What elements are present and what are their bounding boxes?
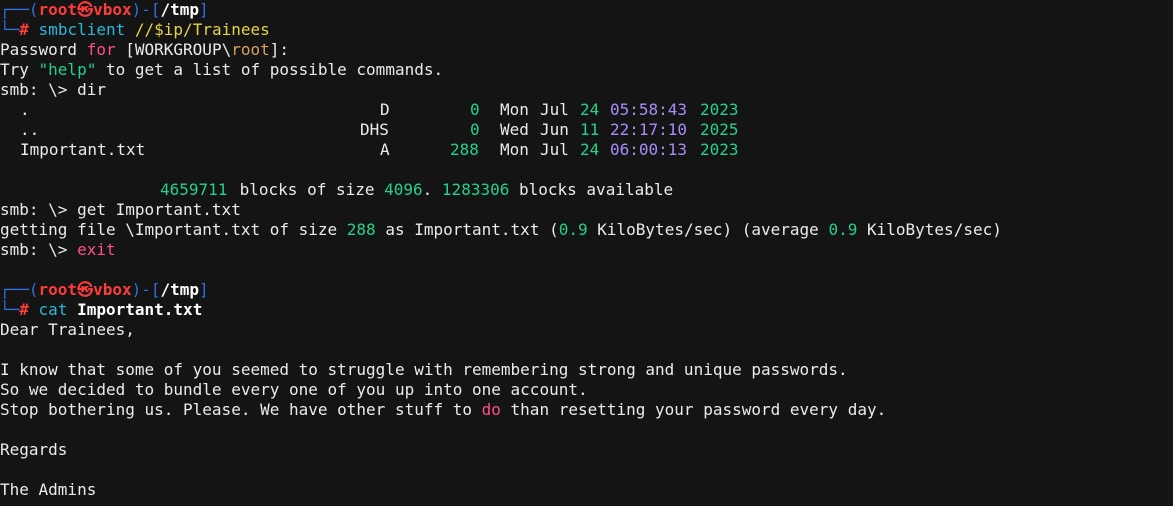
command-name: cat — [38, 300, 68, 319]
command-line-2: └─# cat Important.txt — [0, 300, 203, 319]
command-line-1: └─# smbclient //$ip/Trainees — [0, 20, 270, 39]
letter-greeting: Dear Trainees, — [0, 320, 135, 339]
prompt-header-1: ┌──(root㉿vbox)-[/tmp] — [0, 0, 209, 19]
listing-row: . D 0 Mon Jul 24 05:58:43 2023 — [20, 100, 739, 119]
letter-regards: Regards — [0, 440, 68, 459]
prompt-corner: ┌──( — [0, 0, 39, 19]
listing-row: .. DHS 0 Wed Jun 11 22:17:10 2025 — [20, 120, 739, 139]
prompt-user: root — [38, 0, 78, 19]
command-arg: Important.txt — [77, 300, 203, 319]
smb-command: exit — [77, 240, 116, 259]
password-line: Password for [WORKGROUP\root]: — [0, 40, 289, 59]
prompt-symbol: ㉿ — [77, 0, 94, 19]
smb-get-line: smb: \> get Important.txt — [0, 200, 241, 219]
letter-signature: The Admins — [0, 480, 97, 499]
letter-paragraph: I know that some of you seemed to strugg… — [0, 360, 848, 379]
help-line: Try "help" to get a list of possible com… — [0, 60, 444, 79]
smb-command: get Important.txt — [77, 200, 241, 219]
prompt-hash: # — [19, 20, 29, 39]
letter-paragraph: So we decided to bundle every one of you… — [0, 380, 588, 399]
blocks-line: 4659711 blocks of size 4096. 1283306 blo… — [160, 180, 674, 199]
command-name: smbclient — [38, 20, 126, 39]
listing-row: Important.txt A 288 Mon Jul 24 06:00:13 … — [20, 140, 739, 159]
prompt-dir: /tmp — [160, 0, 200, 19]
command-arg: //$ip/Trainees — [134, 20, 270, 39]
smb-prompt: smb: \> — [0, 80, 78, 99]
smb-dir-line: smb: \> dir — [0, 80, 1173, 100]
getting-line: getting file \Important.txt of size 288 … — [0, 220, 1002, 239]
letter-paragraph: Stop bothering us. Please. We have other… — [0, 400, 887, 419]
smb-exit-line: smb: \> exit — [0, 240, 116, 259]
prompt-header-2: ┌──(root㉿vbox)-[/tmp] — [0, 280, 209, 299]
terminal[interactable]: ┌──(root㉿vbox)-[/tmp] └─# smbclient //$i… — [0, 0, 1173, 500]
prompt-host: vbox — [93, 0, 132, 19]
smb-command: dir — [77, 80, 106, 99]
